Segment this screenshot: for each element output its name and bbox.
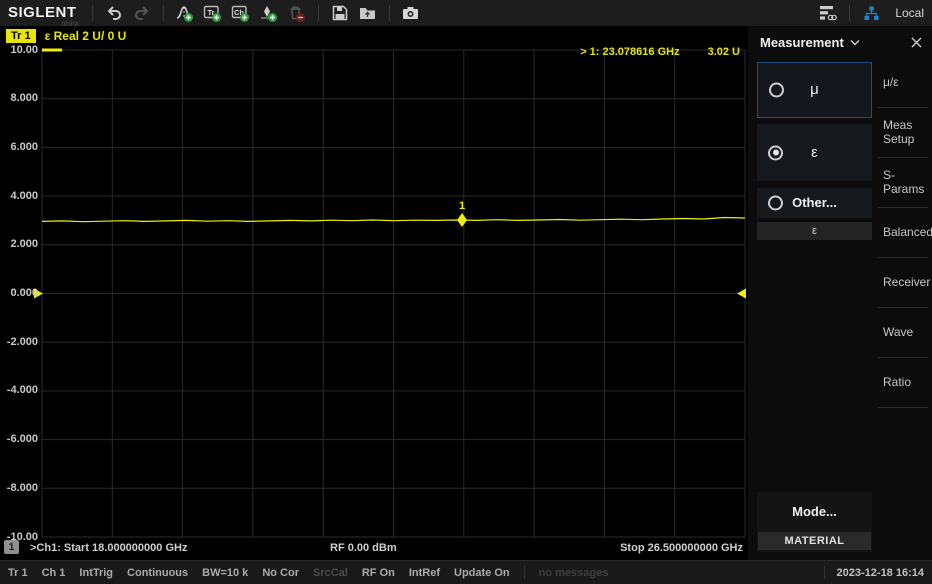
status-update[interactable]: Update On: [454, 567, 510, 579]
status-channel[interactable]: Ch 1: [42, 567, 66, 579]
status-sweep[interactable]: Continuous: [127, 567, 188, 579]
y-axis-label: 0.000: [0, 287, 38, 299]
undo-icon: [105, 4, 123, 22]
trace-header: Tr 1 ε Real 2 U/ 0 U: [6, 29, 126, 43]
status-separator: [524, 566, 525, 579]
add-measurement-icon: [175, 4, 194, 23]
window-layout-icon: [818, 3, 838, 23]
vna-application-window: SIGLENT alpha: [0, 0, 932, 584]
marker-readout: > 1: 23.078616 GHz 3.02 U: [580, 46, 740, 58]
option-epsilon[interactable]: ε: [757, 124, 872, 181]
y-axis-label: -2.000: [0, 336, 38, 348]
y-axis-label: 4.000: [0, 190, 38, 202]
save-icon: [331, 4, 349, 22]
other-value-display[interactable]: ε: [757, 222, 872, 240]
redo-button[interactable]: [131, 2, 153, 24]
lan-icon: [862, 4, 881, 23]
trace-badge[interactable]: Tr 1: [6, 29, 36, 43]
start-frequency-label[interactable]: >Ch1: Start 18.000000000 GHz: [30, 542, 187, 554]
lan-status-button[interactable]: [860, 2, 882, 24]
toolbar-separator: [92, 5, 93, 21]
status-reference[interactable]: IntRef: [409, 567, 440, 579]
status-right-group: 2023-12-18 16:14: [824, 566, 924, 579]
toolbar-separator: [389, 5, 390, 21]
y-axis-label: 6.000: [0, 141, 38, 153]
trace-info-label[interactable]: ε Real 2 U/ 0 U: [45, 29, 127, 43]
toolbar-separator: [163, 5, 164, 21]
menu-item-ratio[interactable]: Ratio: [878, 358, 928, 408]
undo-button[interactable]: [103, 2, 125, 24]
plot-canvas[interactable]: 1: [0, 26, 748, 560]
status-rf[interactable]: RF On: [362, 567, 395, 579]
svg-text:1: 1: [459, 200, 465, 212]
panel-title-text: Measurement: [760, 35, 844, 50]
rf-power-label[interactable]: RF 0.00 dBm: [330, 542, 397, 554]
status-trace[interactable]: Tr 1: [8, 567, 28, 579]
menu-item-wave[interactable]: Wave: [878, 308, 928, 358]
option-other-label: Other...: [757, 188, 872, 218]
plot-footer: >Ch1: Start 18.000000000 GHz RF 0.00 dBm…: [0, 542, 748, 558]
status-bar: Tr 1 Ch 1 IntTrig Continuous BW=10 k No …: [0, 560, 932, 584]
measurement-graph-region: 1 Tr 1 ε Real 2 U/ 0 U > 1: 23.078616 GH…: [0, 26, 748, 560]
toolbar-right-group: Local: [814, 2, 924, 24]
y-axis-label: 10.00: [0, 44, 38, 56]
option-mu[interactable]: μ: [757, 62, 872, 118]
option-mu-label: μ: [758, 63, 871, 117]
open-icon: [358, 4, 377, 23]
status-trigger[interactable]: IntTrig: [79, 567, 113, 579]
y-axis-label: 8.000: [0, 92, 38, 104]
status-srccal[interactable]: SrcCal: [313, 567, 348, 579]
open-button[interactable]: [357, 2, 379, 24]
close-icon: [911, 37, 922, 48]
option-epsilon-label: ε: [757, 124, 872, 181]
y-axis-label: -4.000: [0, 384, 38, 396]
toolbar-separator: [849, 5, 850, 21]
y-axis-label: -8.000: [0, 482, 38, 494]
add-trace-button[interactable]: Tr: [202, 2, 224, 24]
option-other[interactable]: Other...: [757, 188, 872, 218]
panel-title[interactable]: Measurement: [760, 35, 860, 50]
status-message: no messages: [539, 567, 609, 579]
screenshot-button[interactable]: [400, 2, 422, 24]
screenshot-icon: [401, 4, 420, 23]
add-marker-button[interactable]: [258, 2, 280, 24]
status-separator: [824, 566, 825, 579]
menu-item-balanced[interactable]: Balanced: [878, 208, 928, 258]
add-channel-button[interactable]: Ch: [230, 2, 252, 24]
status-bandwidth[interactable]: BW=10 k: [202, 567, 248, 579]
menu-item-mu-epsilon[interactable]: μ/ε: [878, 58, 928, 108]
status-datetime: 2023-12-18 16:14: [837, 567, 924, 579]
y-axis-label: -6.000: [0, 433, 38, 445]
delete-button[interactable]: [286, 2, 308, 24]
marker-frequency-label: > 1: 23.078616 GHz: [580, 46, 679, 58]
panel-close-button[interactable]: [909, 35, 923, 49]
delete-icon: [287, 4, 306, 23]
side-menu: μ/ε Meas Setup S-Params Balanced Receive…: [878, 58, 928, 408]
toolbar-separator: [318, 5, 319, 21]
redo-icon: [133, 4, 151, 22]
mode-button-label: Mode...: [757, 504, 872, 519]
top-toolbar: SIGLENT alpha: [0, 0, 932, 26]
menu-item-receiver[interactable]: Receiver: [878, 258, 928, 308]
siglent-logo: SIGLENT alpha: [8, 4, 77, 22]
add-channel-icon: Ch: [231, 4, 250, 23]
add-measurement-button[interactable]: [174, 2, 196, 24]
add-trace-icon: Tr: [203, 4, 222, 23]
window-layout-button[interactable]: [817, 2, 839, 24]
status-correction[interactable]: No Cor: [262, 567, 299, 579]
add-marker-icon: [259, 4, 278, 23]
save-button[interactable]: [329, 2, 351, 24]
mode-value-display: MATERIAL: [758, 532, 871, 550]
measurement-panel: Measurement μ ε Other... ε Mode... MATER…: [748, 26, 932, 560]
menu-item-s-params[interactable]: S-Params: [878, 158, 928, 208]
local-mode-label[interactable]: Local: [895, 6, 924, 20]
menu-item-meas-setup[interactable]: Meas Setup: [878, 108, 928, 158]
logo-text: SIGLENT: [8, 4, 77, 21]
y-axis-label: 2.000: [0, 238, 38, 250]
chevron-down-icon: [850, 39, 860, 46]
stop-frequency-label[interactable]: Stop 26.500000000 GHz: [620, 542, 743, 554]
mode-button[interactable]: Mode... MATERIAL: [757, 492, 872, 552]
marker-value-label: 3.02 U: [708, 46, 740, 58]
